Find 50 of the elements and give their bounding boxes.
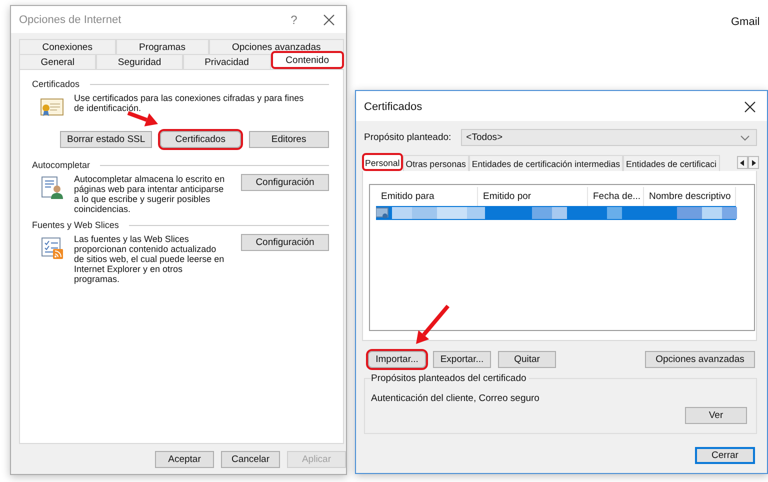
description-text: Use certificados para las conexiones cifradas y para fines de identificación.	[74, 93, 305, 115]
chevron-down-icon	[740, 134, 750, 140]
tab[interactable]: Personal	[362, 153, 403, 171]
help-button[interactable]: ?	[276, 12, 312, 26]
close-icon	[323, 14, 335, 26]
tab[interactable]: General	[19, 54, 96, 69]
action-button[interactable]: Opciones avanzadas	[645, 351, 755, 368]
tab[interactable]: Programas	[116, 39, 209, 54]
dialog-button[interactable]: Cancelar	[221, 450, 280, 468]
page-text: Gmail	[731, 16, 760, 28]
window-title: Opciones de Internet	[19, 14, 122, 26]
section-title: Autocompletar	[32, 160, 90, 170]
tab[interactable]: Conexiones	[19, 39, 116, 54]
window-title: Certificados	[364, 101, 422, 113]
tab[interactable]: Entidades de certificación intermedias	[468, 155, 624, 171]
certificate-icon	[376, 207, 390, 219]
section-title: Certificados	[32, 79, 80, 89]
action-button[interactable]: Certificados	[160, 131, 241, 148]
triangle-right-icon	[751, 160, 756, 166]
action-button[interactable]: Importar...	[368, 351, 426, 368]
action-button[interactable]: Quitar	[498, 351, 556, 368]
close-icon	[744, 101, 756, 113]
action-button[interactable]: Exportar...	[433, 351, 491, 368]
tab[interactable]: Privacidad	[182, 54, 271, 69]
arrow-annotation	[126, 111, 160, 128]
tab[interactable]: Seguridad	[96, 54, 183, 69]
group-title: Propósitos planteados del certificado	[371, 373, 530, 384]
action-button[interactable]: Editores	[248, 131, 329, 148]
dialog-button[interactable]: Aceptar	[155, 450, 214, 468]
action-button[interactable]: Configuración	[241, 234, 329, 251]
description-text: Las fuentes y las Web Slices proporcionan contenido actualizado de sitios web, el cual puede leerse en Internet Explorer y en otros programas.	[74, 234, 226, 284]
user-form-icon	[40, 176, 64, 200]
arrow-annotation	[414, 304, 450, 346]
purpose-text: Autenticación del cliente, Correo seguro	[371, 393, 540, 404]
close-dialog-button[interactable]: Cerrar	[695, 447, 755, 464]
tab[interactable]: Entidades de certificaci	[623, 155, 720, 171]
tab[interactable]: Contenido	[270, 51, 344, 69]
feed-icon	[40, 236, 64, 260]
section-title: Fuentes y Web Slices	[32, 220, 119, 230]
triangle-left-icon	[740, 160, 745, 166]
purpose-dropdown[interactable]: <Todos>	[461, 129, 757, 146]
field-label: Propósito planteado:	[364, 132, 452, 143]
description-text: Autocompletar almacena lo escrito en páginas web para intentar anticiparse a lo que escribe y sugerir posibles coincidencias.	[74, 174, 226, 214]
tab[interactable]: Otras personas	[402, 155, 469, 171]
action-button[interactable]: Configuración	[241, 174, 329, 191]
action-button[interactable]: Borrar estado SSL	[60, 131, 152, 148]
view-button[interactable]: Ver	[685, 407, 747, 424]
scroll-right-button[interactable]	[748, 156, 759, 169]
certificate-row[interactable]	[376, 206, 736, 220]
scroll-left-button[interactable]	[737, 156, 748, 169]
